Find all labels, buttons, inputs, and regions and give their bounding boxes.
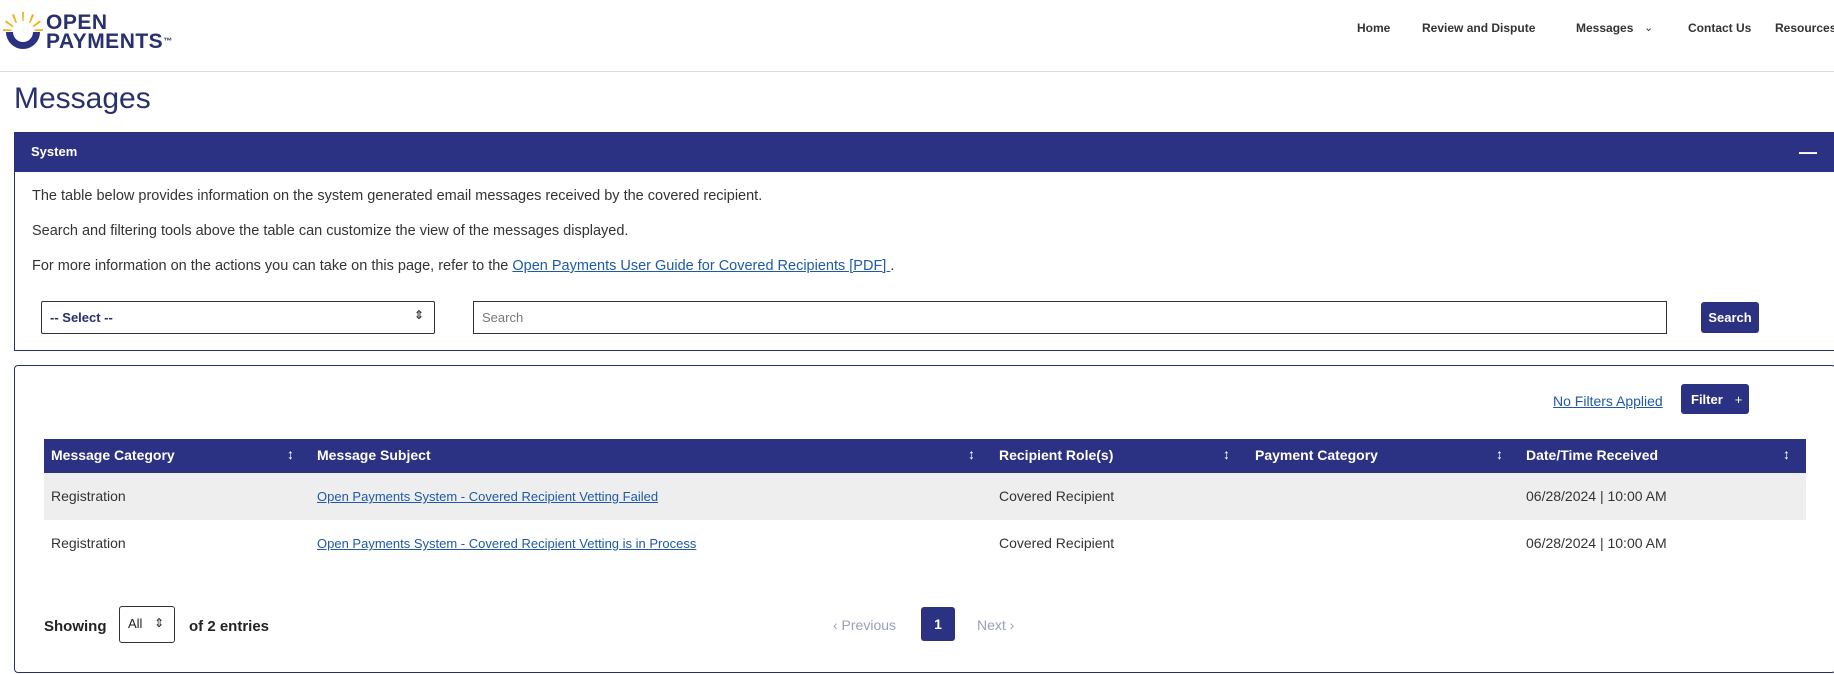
column-header-recipient-roles[interactable]: Recipient Role(s) [999, 447, 1113, 463]
nav-messages[interactable]: Messages [1576, 21, 1633, 35]
sort-icon[interactable]: ↕ [287, 446, 294, 462]
sort-icon[interactable]: ↕ [1783, 446, 1790, 462]
search-input[interactable] [473, 301, 1667, 334]
sort-icon[interactable]: ↕ [1223, 446, 1230, 462]
cell-message-category: Registration [51, 488, 126, 504]
category-select-value: -- Select -- [50, 310, 113, 325]
open-payments-logo[interactable]: OPEN PAYMENTS™ [2, 10, 172, 54]
message-subject-link[interactable]: Open Payments System - Covered Recipient… [317, 489, 658, 504]
messages-table: Message Category ↕ Message Subject ↕ Rec… [44, 439, 1806, 567]
site-header: OPEN PAYMENTS™ Home Review and Dispute M… [0, 0, 1834, 72]
intro-text-line-3: For more information on the actions you … [32, 258, 894, 274]
sunburst-logo-icon [3, 12, 43, 49]
up-down-caret-icon: ⇕ [413, 308, 424, 322]
system-panel-header[interactable]: System — [15, 133, 1834, 172]
category-select[interactable]: -- Select -- ⇕ [41, 301, 435, 334]
column-header-payment-category[interactable]: Payment Category [1255, 447, 1378, 463]
cell-message-subject: Open Payments System - Covered Recipient… [317, 488, 658, 504]
intro-text-line-2: Search and filtering tools above the tab… [32, 223, 629, 239]
intro-text-line-3-prefix: For more information on the actions you … [32, 258, 513, 274]
sort-icon[interactable]: ↕ [968, 446, 975, 462]
pagination-next[interactable]: Next › [977, 617, 1014, 633]
column-header-date-time-received[interactable]: Date/Time Received [1526, 447, 1658, 463]
logo-line-payments: PAYMENTS™ [46, 30, 173, 53]
entries-count-label: of 2 entries [189, 618, 270, 635]
up-down-caret-icon: ⇕ [153, 616, 164, 630]
cell-message-category: Registration [51, 535, 126, 551]
intro-text-line-3-suffix: . [890, 258, 895, 274]
table-row: Registration Open Payments System - Cove… [44, 473, 1806, 520]
logo-text: OPEN PAYMENTS™ [46, 12, 173, 53]
system-panel: System — The table below provides inform… [14, 132, 1834, 351]
user-guide-pdf-link[interactable]: Open Payments User Guide for Covered Rec… [512, 258, 890, 274]
cell-date-time-received: 06/28/2024 | 10:00 AM [1526, 488, 1667, 504]
message-subject-link[interactable]: Open Payments System - Covered Recipient… [317, 536, 696, 551]
nav-contact-us[interactable]: Contact Us [1688, 21, 1751, 35]
nav-resources[interactable]: Resources [1775, 21, 1834, 35]
column-header-message-subject[interactable]: Message Subject [317, 447, 431, 463]
table-header-row: Message Category ↕ Message Subject ↕ Rec… [44, 439, 1806, 473]
trademark-mark: ™ [163, 36, 173, 46]
minus-icon[interactable]: — [1799, 142, 1817, 163]
cell-recipient-role: Covered Recipient [999, 488, 1115, 504]
cell-date-time-received: 06/28/2024 | 10:00 AM [1526, 535, 1667, 551]
page-title: Messages [14, 82, 151, 115]
page-size-value: All [128, 616, 143, 631]
logo-line-payments-text: PAYMENTS [46, 30, 164, 53]
column-header-message-category[interactable]: Message Category [51, 447, 175, 463]
pagination-page-1[interactable]: 1 [921, 607, 955, 641]
filter-button-label: Filter [1691, 391, 1723, 407]
messages-table-panel: No Filters Applied Filter + Message Categ… [14, 365, 1834, 673]
nav-review-and-dispute[interactable]: Review and Dispute [1422, 21, 1535, 35]
intro-text-line-1: The table below provides information on … [32, 188, 763, 204]
showing-label: Showing [44, 618, 107, 635]
page-size-select[interactable]: All ⇕ [119, 606, 175, 643]
plus-icon: + [1734, 391, 1743, 407]
chevron-down-icon[interactable]: ⌄ [1644, 21, 1653, 34]
pagination-previous[interactable]: ‹ Previous [833, 617, 896, 633]
table-row: Registration Open Payments System - Cove… [44, 520, 1806, 567]
search-button[interactable]: Search [1701, 302, 1759, 333]
system-panel-title: System [31, 144, 78, 159]
no-filters-applied-link[interactable]: No Filters Applied [1553, 393, 1663, 409]
nav-home[interactable]: Home [1357, 21, 1390, 35]
filter-button[interactable]: Filter + [1681, 384, 1749, 414]
sort-icon[interactable]: ↕ [1496, 446, 1503, 462]
cell-message-subject: Open Payments System - Covered Recipient… [317, 535, 696, 551]
cell-recipient-role: Covered Recipient [999, 535, 1115, 551]
